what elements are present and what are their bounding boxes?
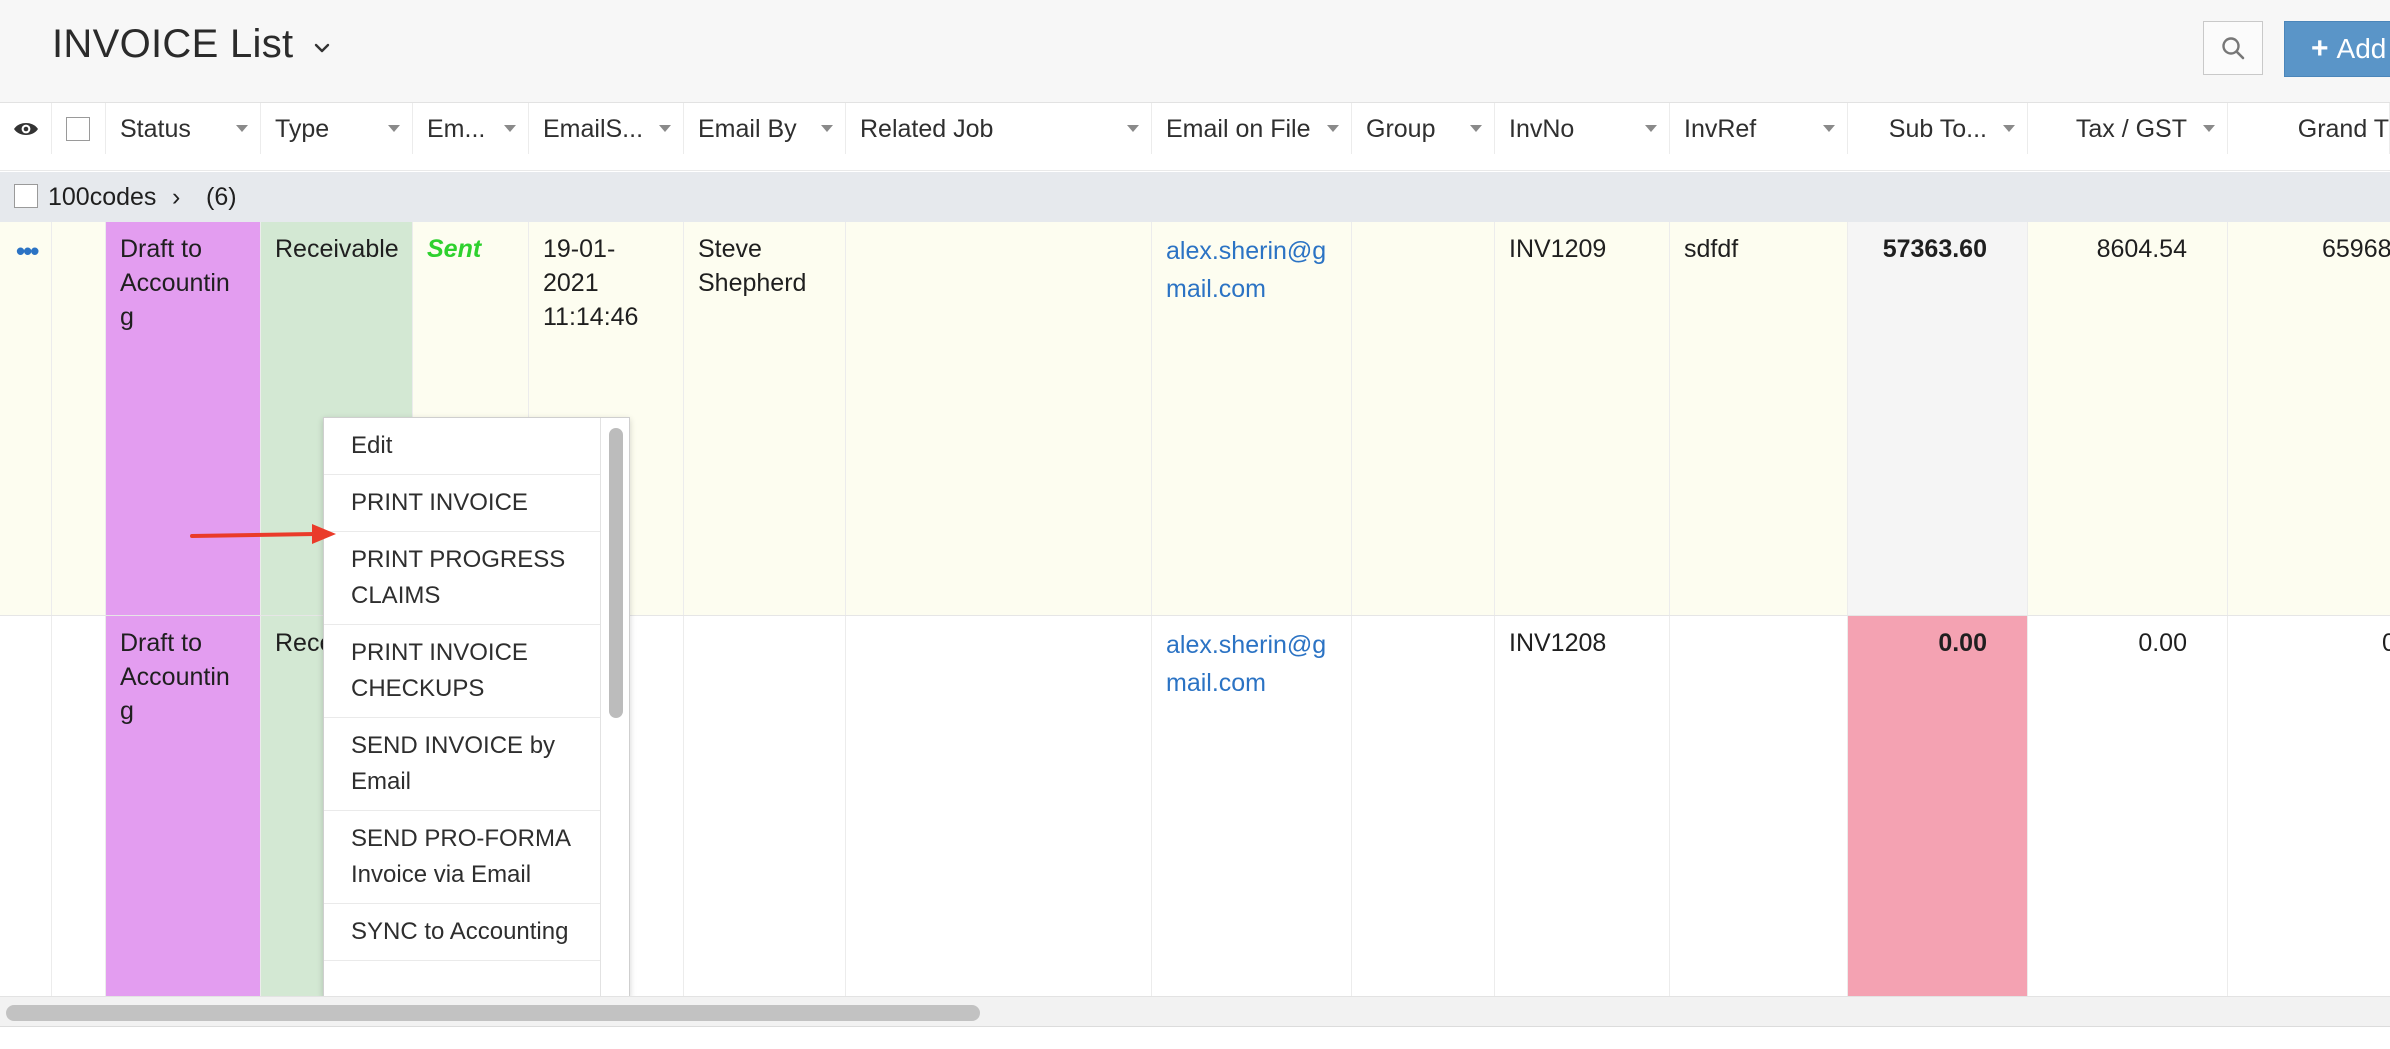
menu-item-edit[interactable]: Edit xyxy=(324,418,602,475)
column-menu-icon[interactable] xyxy=(821,125,833,132)
email-by-cell xyxy=(684,616,846,996)
invno-cell: INV1209 xyxy=(1495,222,1670,615)
row-actions-cell: ••• xyxy=(0,222,52,615)
email-on-file-cell: alex.sherin@g mail.com xyxy=(1152,222,1352,615)
email-by-cell: Steve Shepherd xyxy=(684,222,846,615)
invref-cell xyxy=(1670,616,1848,996)
group-row[interactable]: 100codes › (6) xyxy=(0,172,2390,222)
add-button[interactable]: + Add xyxy=(2284,21,2390,77)
column-menu-icon[interactable] xyxy=(1645,125,1657,132)
group-cell xyxy=(1352,616,1495,996)
menu-item-send-pro-forma[interactable]: SEND PRO-FORMA Invoice via Email xyxy=(324,811,602,904)
header-invref[interactable]: InvRef xyxy=(1670,103,1848,155)
header-type[interactable]: Type xyxy=(261,103,413,155)
tax-cell: 8604.54 xyxy=(2028,222,2228,615)
header-email-status[interactable]: Em... xyxy=(413,103,529,155)
top-bar: INVOICE List + Add xyxy=(0,0,2390,102)
menu-scrollbar-thumb[interactable] xyxy=(609,428,623,718)
column-menu-icon[interactable] xyxy=(659,125,671,132)
column-menu-icon[interactable] xyxy=(2003,125,2015,132)
search-icon xyxy=(2222,37,2245,60)
menu-item-send-invoice-email[interactable]: SEND INVOICE by Email xyxy=(324,718,602,811)
table-header: Status Type Em... EmailS... Email By Rel… xyxy=(0,102,2390,156)
column-menu-icon[interactable] xyxy=(236,125,248,132)
menu-item-print-invoice-checkups[interactable]: PRINT INVOICE CHECKUPS xyxy=(324,625,602,718)
menu-scrollbar[interactable] xyxy=(600,418,629,996)
column-menu-icon[interactable] xyxy=(1470,125,1482,132)
email-on-file-cell: alex.sherin@g mail.com xyxy=(1152,616,1352,996)
search-button[interactable] xyxy=(2203,21,2263,75)
group-label: 100codes xyxy=(48,183,157,211)
menu-item-print-progress-claims[interactable]: PRINT PROGRESS CLAIMS xyxy=(324,532,602,625)
footer-band xyxy=(0,1026,2390,1049)
header-invno[interactable]: InvNo xyxy=(1495,103,1670,155)
column-menu-icon[interactable] xyxy=(1327,125,1339,132)
email-link[interactable]: alex.sherin@g mail.com xyxy=(1166,626,1338,702)
header-group[interactable]: Group xyxy=(1352,103,1495,155)
header-email-on-file[interactable]: Email on File xyxy=(1152,103,1352,155)
related-job-cell xyxy=(846,616,1152,996)
filter-row xyxy=(0,154,2390,171)
email-link[interactable]: alex.sherin@g mail.com xyxy=(1166,232,1338,308)
row-actions-cell xyxy=(0,616,52,996)
add-button-label: Add xyxy=(2336,33,2387,64)
subtotal-cell: 0.00 xyxy=(1848,616,2028,996)
header-tax-gst[interactable]: Tax / GST xyxy=(2028,103,2228,155)
row-select-cell xyxy=(52,222,142,615)
column-menu-icon[interactable] xyxy=(388,125,400,132)
menu-item-sync-accounting[interactable]: SYNC to Accounting xyxy=(324,904,602,961)
column-menu-icon[interactable] xyxy=(504,125,516,132)
row-context-menu: Edit PRINT INVOICE PRINT PROGRESS CLAIMS… xyxy=(323,417,630,997)
header-related-job[interactable]: Related Job xyxy=(846,103,1152,155)
chevron-down-icon[interactable] xyxy=(312,38,332,58)
header-grand-total[interactable]: Grand T xyxy=(2228,103,2390,155)
subtotal-cell: 57363.60 xyxy=(1848,222,2028,615)
header-subtotal[interactable]: Sub To... xyxy=(1848,103,2028,155)
page-title: INVOICE List xyxy=(52,22,294,66)
horizontal-scrollbar-thumb[interactable] xyxy=(6,1005,980,1021)
column-menu-icon[interactable] xyxy=(1127,125,1139,132)
more-actions-icon[interactable]: ••• xyxy=(16,234,39,268)
invref-cell: sdfdf xyxy=(1670,222,1848,615)
column-visibility-toggle[interactable] xyxy=(0,103,52,155)
related-job-cell xyxy=(846,222,1152,615)
select-all-cell xyxy=(52,103,106,155)
header-email-sent[interactable]: EmailS... xyxy=(529,103,684,155)
column-menu-icon[interactable] xyxy=(1823,125,1835,132)
tax-cell: 0.00 xyxy=(2028,616,2228,996)
status-cell: Draft to Accountin g xyxy=(106,616,261,996)
plus-icon: + xyxy=(2311,32,2329,65)
annotation-arrow-icon xyxy=(190,524,336,544)
grand-total-cell: 65968 xyxy=(2322,235,2390,263)
group-cell xyxy=(1352,222,1495,615)
header-status[interactable]: Status xyxy=(106,103,261,155)
sent-badge: Sent xyxy=(427,235,482,263)
status-cell: Draft to Accountin g xyxy=(106,222,261,615)
invno-cell: INV1208 xyxy=(1495,616,1670,996)
menu-item-print-invoice[interactable]: PRINT INVOICE xyxy=(324,475,602,532)
chevron-right-icon[interactable]: › xyxy=(172,183,180,212)
select-all-checkbox[interactable] xyxy=(66,117,90,141)
group-checkbox[interactable] xyxy=(14,184,38,208)
header-email-by[interactable]: Email By xyxy=(684,103,846,155)
row-select-cell xyxy=(52,616,106,996)
column-menu-icon[interactable] xyxy=(2203,125,2215,132)
group-count: (6) xyxy=(206,183,237,211)
eye-icon xyxy=(14,123,38,135)
grand-total-cell: 0 xyxy=(2382,629,2390,657)
